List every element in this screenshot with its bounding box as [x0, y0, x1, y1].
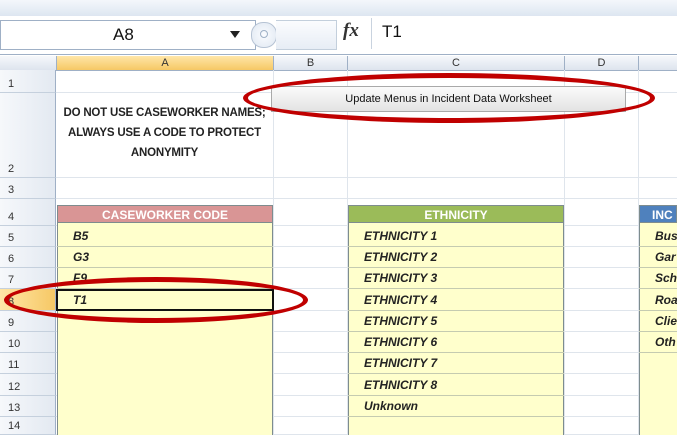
incident-cell[interactable]: Oth [639, 332, 677, 353]
formula-value: T1 [382, 22, 402, 41]
ribbon-edge [0, 0, 677, 17]
row-header-2[interactable]: 2 [0, 93, 56, 178]
name-box-value: A8 [113, 25, 134, 44]
row-header-14[interactable]: 14 [0, 417, 56, 435]
incident-cell[interactable]: Clie [639, 311, 677, 332]
ethnicity-cell[interactable]: ETHNICITY 5 [348, 311, 564, 332]
row-header-10[interactable]: 10 [0, 332, 56, 353]
incident-cell[interactable]: Gar [639, 247, 677, 268]
row-header-4[interactable]: 4 [0, 199, 56, 226]
row-header-12[interactable]: 12 [0, 374, 56, 396]
select-all-corner[interactable] [0, 56, 57, 70]
column-header-a[interactable]: A [57, 56, 274, 70]
ethnicity-cell[interactable]: ETHNICITY 2 [348, 247, 564, 268]
ethnicity-cell[interactable]: ETHNICITY 1 [348, 226, 564, 247]
row-header-11[interactable]: 11 [0, 353, 56, 374]
ethnicity-cell[interactable]: ETHNICITY 6 [348, 332, 564, 353]
incident-cell[interactable]: Sch [639, 268, 677, 289]
column-header-b[interactable]: B [274, 56, 348, 70]
incident-header[interactable]: INC [639, 205, 677, 223]
ethnicity-cell[interactable]: ETHNICITY 4 [348, 289, 564, 311]
formula-bar-divider [276, 20, 337, 50]
ethnicity-header[interactable]: ETHNICITY [348, 205, 564, 223]
caseworker-code-cell[interactable]: G3 [57, 247, 273, 268]
formula-input[interactable]: T1 [371, 18, 677, 49]
expand-handle-icon[interactable] [251, 22, 277, 48]
column-header-e[interactable] [639, 56, 677, 70]
row-header-1[interactable]: 1 [0, 70, 56, 93]
incident-cell[interactable]: Bus [639, 226, 677, 247]
annotation-ellipse-active-cell [4, 277, 308, 323]
row-header-3[interactable]: 3 [0, 178, 56, 199]
annotation-ellipse-update-button [243, 73, 655, 123]
insert-function-icon[interactable]: fx [343, 20, 359, 42]
caseworker-code-cell[interactable]: B5 [57, 226, 273, 247]
name-box[interactable]: A8 [0, 20, 256, 50]
chevron-down-icon[interactable] [230, 31, 240, 38]
ethnicity-cell[interactable]: ETHNICITY 3 [348, 268, 564, 289]
caseworker-code-header[interactable]: CASEWORKER CODE [57, 205, 273, 223]
column-headers: A B C D [0, 56, 677, 71]
anonymity-note: DO NOT USE CASEWORKER NAMES; ALWAYS USE … [63, 107, 266, 159]
ethnicity-cell[interactable]: Unknown [348, 396, 564, 417]
column-header-d[interactable]: D [565, 56, 639, 70]
column-header-c[interactable]: C [348, 56, 565, 70]
formula-bar: A8 fx T1 [0, 16, 677, 55]
row-header-5[interactable]: 5 [0, 226, 56, 247]
ethnicity-cell[interactable]: ETHNICITY 7 [348, 353, 564, 374]
row-header-13[interactable]: 13 [0, 396, 56, 417]
ethnicity-cell[interactable]: ETHNICITY 8 [348, 374, 564, 396]
incident-cell[interactable]: Roa [639, 289, 677, 311]
row-header-6[interactable]: 6 [0, 247, 56, 268]
